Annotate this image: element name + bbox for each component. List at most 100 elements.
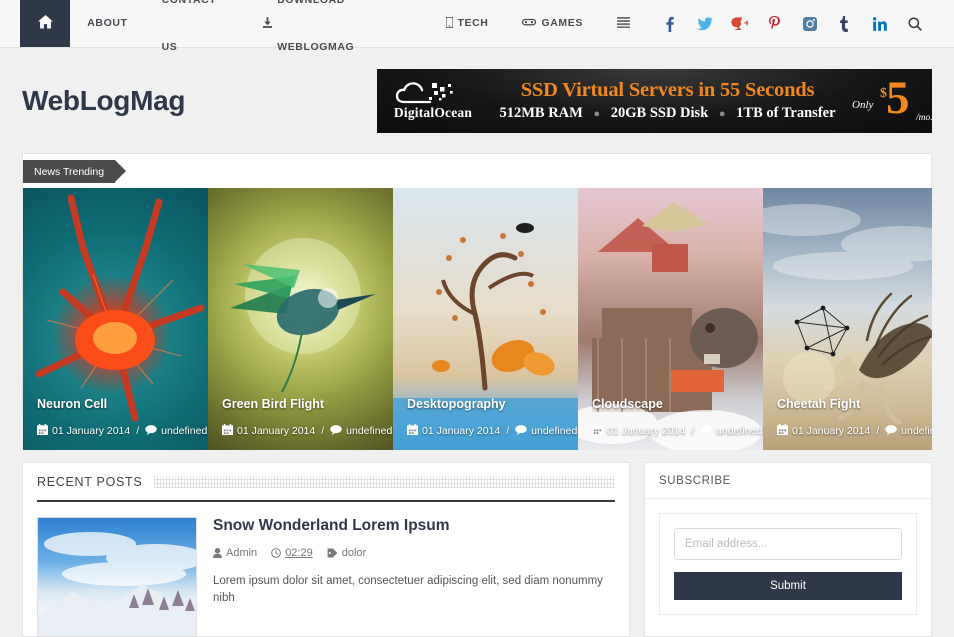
slide-comment-count: undefined: [346, 425, 392, 437]
trending-header: News Trending: [23, 154, 931, 188]
ad-brand-block: DigitalOcean: [377, 80, 489, 121]
slide-date: 01 January 2014: [422, 425, 500, 437]
section-title: RECENT POSTS: [37, 475, 142, 489]
post-thumbnail-snow[interactable]: [37, 517, 197, 637]
post-body: Snow Wonderland Lorem Ipsum Admin: [213, 517, 615, 637]
post-time[interactable]: 02:29: [271, 547, 313, 559]
subscribe-widget: SUBSCRIBE Submit: [644, 462, 932, 637]
linkedin-icon[interactable]: [862, 0, 897, 47]
slide-caption: Cheetah Fight 01 January 2014 / undefine…: [763, 397, 932, 438]
tag-icon: [327, 548, 338, 558]
nav-menu: ABOUT CONTACT US DOWNLOAD WEBLOGMAG TECH: [70, 0, 652, 47]
ad-only-label: Only: [852, 99, 873, 111]
facebook-icon[interactable]: [652, 0, 687, 47]
subscribe-body: Submit: [645, 499, 931, 629]
news-trending-section: News Trending: [22, 153, 932, 449]
clock-icon: [271, 548, 281, 558]
submit-button[interactable]: Submit: [674, 572, 902, 600]
trending-slider[interactable]: Neuron Cell 01 January 2014 / undefined: [23, 188, 932, 450]
nav-item-games[interactable]: GAMES: [505, 0, 600, 47]
slide-caption: Neuron Cell 01 January 2014 / undefined: [23, 397, 208, 438]
gamepad-icon: [522, 18, 536, 29]
calendar-icon: [777, 424, 788, 438]
slide-meta: 01 January 2014 / undefined: [222, 424, 379, 438]
tumblr-icon[interactable]: [827, 0, 862, 47]
site-logo[interactable]: WebLogMag: [22, 85, 185, 117]
list-icon: [617, 17, 630, 31]
trending-tab-label[interactable]: News Trending: [23, 160, 115, 183]
slide-item[interactable]: Cheetah Fight 01 January 2014 / undefine…: [763, 188, 932, 450]
nav-item-label: CONTACT US: [162, 0, 230, 71]
header-pattern: [154, 476, 615, 488]
meta-separator: /: [319, 425, 326, 437]
ad-feature: 20GB SSD Disk: [611, 105, 709, 121]
slide-title[interactable]: Cloudscape: [592, 397, 749, 411]
nav-item-list[interactable]: [600, 0, 652, 47]
post-title[interactable]: Snow Wonderland Lorem Ipsum: [213, 517, 615, 535]
slide-date: 01 January 2014: [52, 425, 130, 437]
slide-title[interactable]: Desktopography: [407, 397, 564, 411]
slide-item[interactable]: Neuron Cell 01 January 2014 / undefined: [23, 188, 208, 450]
ad-banner-digitalocean[interactable]: DigitalOcean SSD Virtual Servers in 55 S…: [377, 69, 932, 133]
meta-separator: /: [689, 425, 696, 437]
cloud-icon: [394, 80, 472, 104]
nav-item-download-weblogmag[interactable]: DOWNLOAD WEBLOGMAG: [246, 0, 428, 47]
ad-feature: 1TB of Transfer: [736, 105, 835, 121]
slide-item[interactable]: Green Bird Flight 01 January 2014 / unde…: [208, 188, 393, 450]
recent-posts-panel: RECENT POSTS: [22, 462, 630, 637]
comment-icon: [885, 425, 897, 438]
meta-separator: /: [134, 425, 141, 437]
comment-icon: [700, 425, 712, 438]
post-time-value[interactable]: 02:29: [285, 547, 313, 559]
ad-features: 512MB RAM ● 20GB SSD Disk ● 1TB of Trans…: [489, 105, 846, 122]
mobile-icon: [446, 17, 453, 31]
ad-feature: 512MB RAM: [499, 105, 582, 121]
post-item: Snow Wonderland Lorem Ipsum Admin: [37, 502, 615, 637]
ad-price-value: 5: [886, 75, 910, 122]
comment-icon: [330, 425, 342, 438]
post-excerpt: Lorem ipsum dolor sit amet, consectetuer…: [213, 573, 615, 608]
slide-item[interactable]: Cloudscape 01 January 2014 / undefined: [578, 188, 763, 450]
subscribe-title: SUBSCRIBE: [645, 463, 931, 499]
twitter-icon[interactable]: [687, 0, 722, 47]
home-icon: [38, 15, 53, 33]
calendar-icon: [37, 424, 48, 438]
calendar-icon: [407, 424, 418, 438]
slide-title[interactable]: Neuron Cell: [37, 397, 194, 411]
bullet-separator-icon: ●: [712, 108, 733, 120]
calendar-icon: [592, 424, 603, 438]
search-icon[interactable]: [897, 0, 932, 47]
pinterest-icon[interactable]: [757, 0, 792, 47]
slide-item[interactable]: Desktopography 01 January 2014 / undefin…: [393, 188, 578, 450]
meta-separator: /: [504, 425, 511, 437]
instagram-icon[interactable]: [792, 0, 827, 47]
post-tag-value[interactable]: dolor: [342, 547, 366, 559]
nav-item-about[interactable]: ABOUT: [70, 0, 144, 47]
nav-item-label: TECH: [458, 0, 489, 47]
nav-item-label: GAMES: [541, 0, 583, 47]
slide-title[interactable]: Cheetah Fight: [777, 397, 932, 411]
comment-icon: [145, 425, 157, 438]
nav-item-contact-us[interactable]: CONTACT US: [145, 0, 247, 47]
calendar-icon: [222, 424, 233, 438]
slide-caption: Green Bird Flight 01 January 2014 / unde…: [208, 397, 393, 438]
recent-posts-header: RECENT POSTS: [37, 463, 615, 502]
email-input[interactable]: [674, 528, 902, 560]
user-icon: [213, 548, 222, 558]
meta-separator: /: [874, 425, 881, 437]
slide-title[interactable]: Green Bird Flight: [222, 397, 379, 411]
slide-comment-count: undefined: [716, 425, 762, 437]
slide-caption: Desktopography 01 January 2014 / undefin…: [393, 397, 578, 438]
ad-brand-name: DigitalOcean: [377, 105, 489, 121]
google-plus-icon[interactable]: [722, 0, 757, 47]
nav-item-label: DOWNLOAD WEBLOGMAG: [277, 0, 411, 71]
ad-copy: SSD Virtual Servers in 55 Seconds 512MB …: [489, 79, 850, 123]
slide-comment-count: undefined: [531, 425, 577, 437]
content-area: RECENT POSTS: [22, 462, 932, 637]
post-tag[interactable]: dolor: [327, 547, 366, 559]
ad-price-block: Only $ 5 /mo.: [850, 69, 932, 133]
nav-item-tech[interactable]: TECH: [429, 0, 506, 47]
slide-date: 01 January 2014: [792, 425, 870, 437]
nav-home-button[interactable]: [20, 0, 70, 47]
post-author-name: Admin: [226, 547, 257, 559]
